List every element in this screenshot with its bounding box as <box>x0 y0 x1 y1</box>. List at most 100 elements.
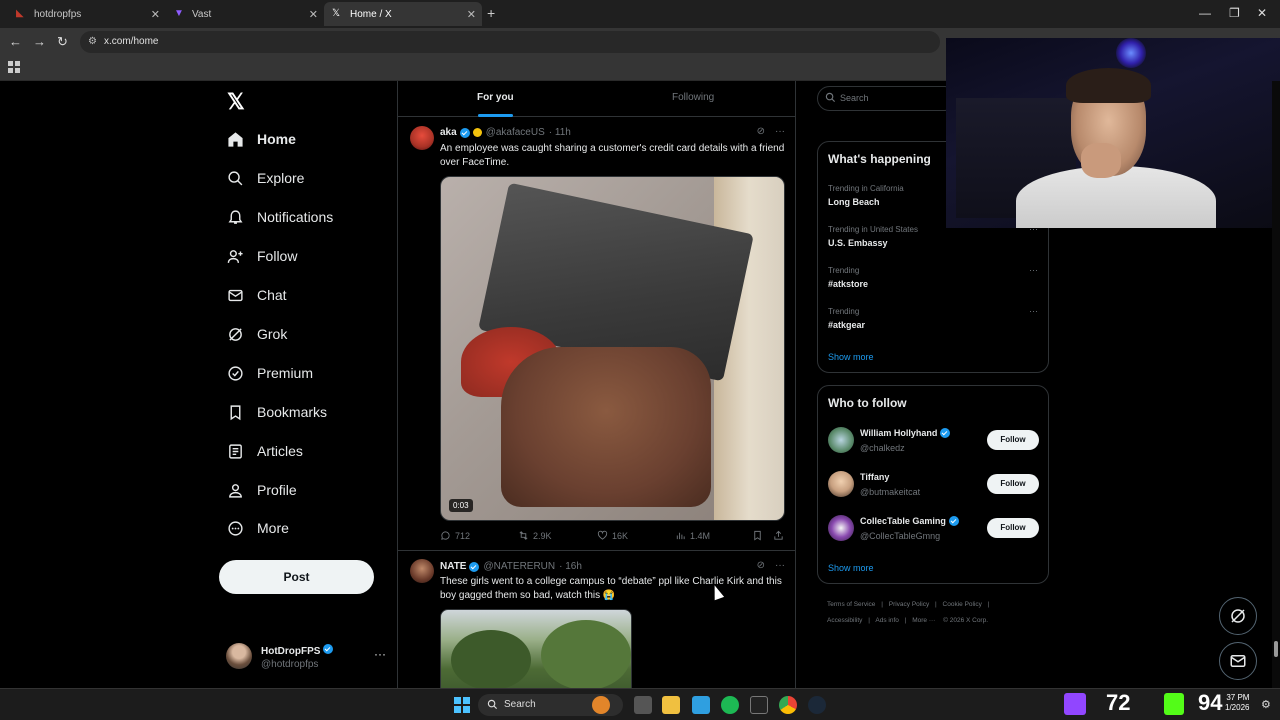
tweet-video[interactable] <box>440 609 632 688</box>
verified-badge-icon <box>459 127 470 138</box>
suggestion-name[interactable]: Tiffany <box>860 472 889 482</box>
nav-item-home[interactable]: Home <box>226 124 296 154</box>
grok-fab[interactable] <box>1219 597 1257 635</box>
follow-button[interactable]: Follow <box>987 518 1039 538</box>
footer-link[interactable]: Terms of Service <box>827 601 875 608</box>
page-scrollbar[interactable] <box>1272 81 1280 688</box>
footer-link[interactable]: More ··· <box>912 617 935 624</box>
nav-item-articles[interactable]: Articles <box>226 436 303 466</box>
windows-start-icon[interactable] <box>454 697 470 713</box>
trend-name[interactable]: #atkstore <box>828 279 868 289</box>
notepad-icon[interactable] <box>692 696 710 714</box>
grok-icon[interactable]: ⊘ <box>757 126 765 137</box>
hud-app-icon[interactable] <box>750 696 768 714</box>
x-logo-icon[interactable]: 𝕏 <box>227 89 245 115</box>
notifications-icon[interactable]: ⚙ <box>1261 698 1271 711</box>
avatar[interactable] <box>828 471 854 497</box>
close-tab-icon[interactable]: ✕ <box>467 8 476 21</box>
reply-button[interactable]: 712 <box>440 530 470 541</box>
tweet[interactable]: aka @akafaceUS · 11h ⊘ ··· An employee w… <box>398 118 795 550</box>
tweet-avatar[interactable] <box>410 559 434 583</box>
vast-favicon-icon: ▼ <box>174 8 184 19</box>
views-button[interactable]: 1.4M <box>675 530 710 541</box>
account-more-icon[interactable]: ··· <box>374 647 386 661</box>
tweet-author-name[interactable]: NATE <box>440 561 466 572</box>
new-tab-icon[interactable]: + <box>487 5 495 21</box>
show-more-link[interactable]: Show more <box>828 352 874 362</box>
grok-icon[interactable]: ⊘ <box>757 560 765 571</box>
maximize-icon[interactable]: ❐ <box>1229 6 1240 20</box>
account-switcher[interactable]: HotDropFPS @hotdropfps ··· <box>226 641 386 675</box>
nav-item-explore[interactable]: Explore <box>226 163 304 193</box>
avatar[interactable] <box>828 515 854 541</box>
tweet-video[interactable]: 0:03 <box>440 176 785 521</box>
tweet-time[interactable]: · 11h <box>549 127 571 138</box>
nav-item-bookmarks[interactable]: Bookmarks <box>226 397 327 427</box>
retweet-button[interactable]: 2.9K <box>518 530 552 541</box>
browser-tab[interactable]: ▼ Vast ✕ <box>166 2 324 26</box>
reload-icon[interactable]: ↻ <box>57 34 68 50</box>
browser-tab[interactable]: ◣ hotdropfps ✕ <box>8 2 166 26</box>
trend-more-icon[interactable]: ··· <box>1029 306 1038 316</box>
footer-link[interactable]: Accessibility <box>827 617 862 624</box>
tweet[interactable]: NATE @NATERERUN · 16h ⊘ ··· These girls … <box>398 551 795 688</box>
search-input[interactable]: Search <box>817 86 957 111</box>
avatar[interactable] <box>828 427 854 453</box>
footer-links-row-2: Accessibility | Ads info | More ··· © 20… <box>827 617 988 624</box>
task-view-icon[interactable] <box>634 696 652 714</box>
spotify-icon[interactable] <box>721 696 739 714</box>
scrollbar-thumb[interactable] <box>1274 641 1278 657</box>
follow-button[interactable]: Follow <box>987 430 1039 450</box>
forward-icon[interactable]: → <box>33 34 46 49</box>
chrome-icon[interactable] <box>779 696 797 714</box>
steam-icon[interactable] <box>808 696 826 714</box>
grok-icon <box>226 325 244 343</box>
nav-item-follow[interactable]: Follow <box>226 241 297 271</box>
trend-name[interactable]: #atkgear <box>828 320 865 330</box>
nav-item-grok[interactable]: Grok <box>226 319 287 349</box>
taskbar-app-icon[interactable] <box>592 696 610 714</box>
browser-tab-active[interactable]: 𝕏 Home / X ✕ <box>324 2 482 26</box>
close-tab-icon[interactable]: ✕ <box>309 8 318 21</box>
tweet-author-name[interactable]: aka <box>440 127 457 138</box>
nav-item-premium[interactable]: Premium <box>226 358 313 388</box>
nav-item-notifications[interactable]: Notifications <box>226 202 333 232</box>
bookmark-button[interactable] <box>752 530 763 541</box>
follow-button[interactable]: Follow <box>987 474 1039 494</box>
nav-item-profile[interactable]: Profile <box>226 475 297 505</box>
close-window-icon[interactable]: ✕ <box>1257 6 1267 20</box>
footer-separator: | <box>868 617 870 624</box>
show-more-link[interactable]: Show more <box>828 563 874 573</box>
post-button[interactable]: Post <box>219 560 374 594</box>
back-icon[interactable]: ← <box>9 34 22 49</box>
suggestion-name[interactable]: CollecTable Gaming <box>860 516 946 526</box>
tab-for-you[interactable]: For you <box>477 92 514 103</box>
suggestion-name[interactable]: William Hollyhand <box>860 428 937 438</box>
nav-item-more[interactable]: More <box>226 513 289 543</box>
tweet-author-handle[interactable]: @NATERERUN <box>483 561 555 572</box>
like-button[interactable]: 16K <box>597 530 628 541</box>
nav-item-chat[interactable]: Chat <box>226 280 287 310</box>
video-hand <box>501 347 711 507</box>
apps-grid-icon[interactable] <box>8 61 20 73</box>
footer-link[interactable]: Privacy Policy <box>889 601 929 608</box>
trend-name[interactable]: Long Beach <box>828 197 880 207</box>
file-explorer-icon[interactable] <box>662 696 680 714</box>
home-icon <box>226 130 244 148</box>
messages-fab[interactable] <box>1219 642 1257 680</box>
more-icon[interactable]: ··· <box>775 560 785 571</box>
tab-following[interactable]: Following <box>672 92 714 103</box>
minimize-icon[interactable]: — <box>1199 6 1211 20</box>
tweet-time[interactable]: · 16h <box>559 561 582 572</box>
tweet-author-handle[interactable]: @akafaceUS <box>486 127 545 138</box>
share-button[interactable] <box>773 530 784 541</box>
tweet-avatar[interactable] <box>410 126 434 150</box>
more-icon[interactable]: ··· <box>775 126 785 137</box>
url-input[interactable]: ⚙ x.com/home <box>80 31 940 53</box>
footer-link[interactable]: Cookie Policy <box>943 601 982 608</box>
trend-name[interactable]: U.S. Embassy <box>828 238 888 248</box>
trend-more-icon[interactable]: ··· <box>1029 265 1038 275</box>
close-tab-icon[interactable]: ✕ <box>151 8 160 21</box>
site-info-icon[interactable]: ⚙ <box>88 36 97 47</box>
footer-link[interactable]: Ads info <box>875 617 899 624</box>
